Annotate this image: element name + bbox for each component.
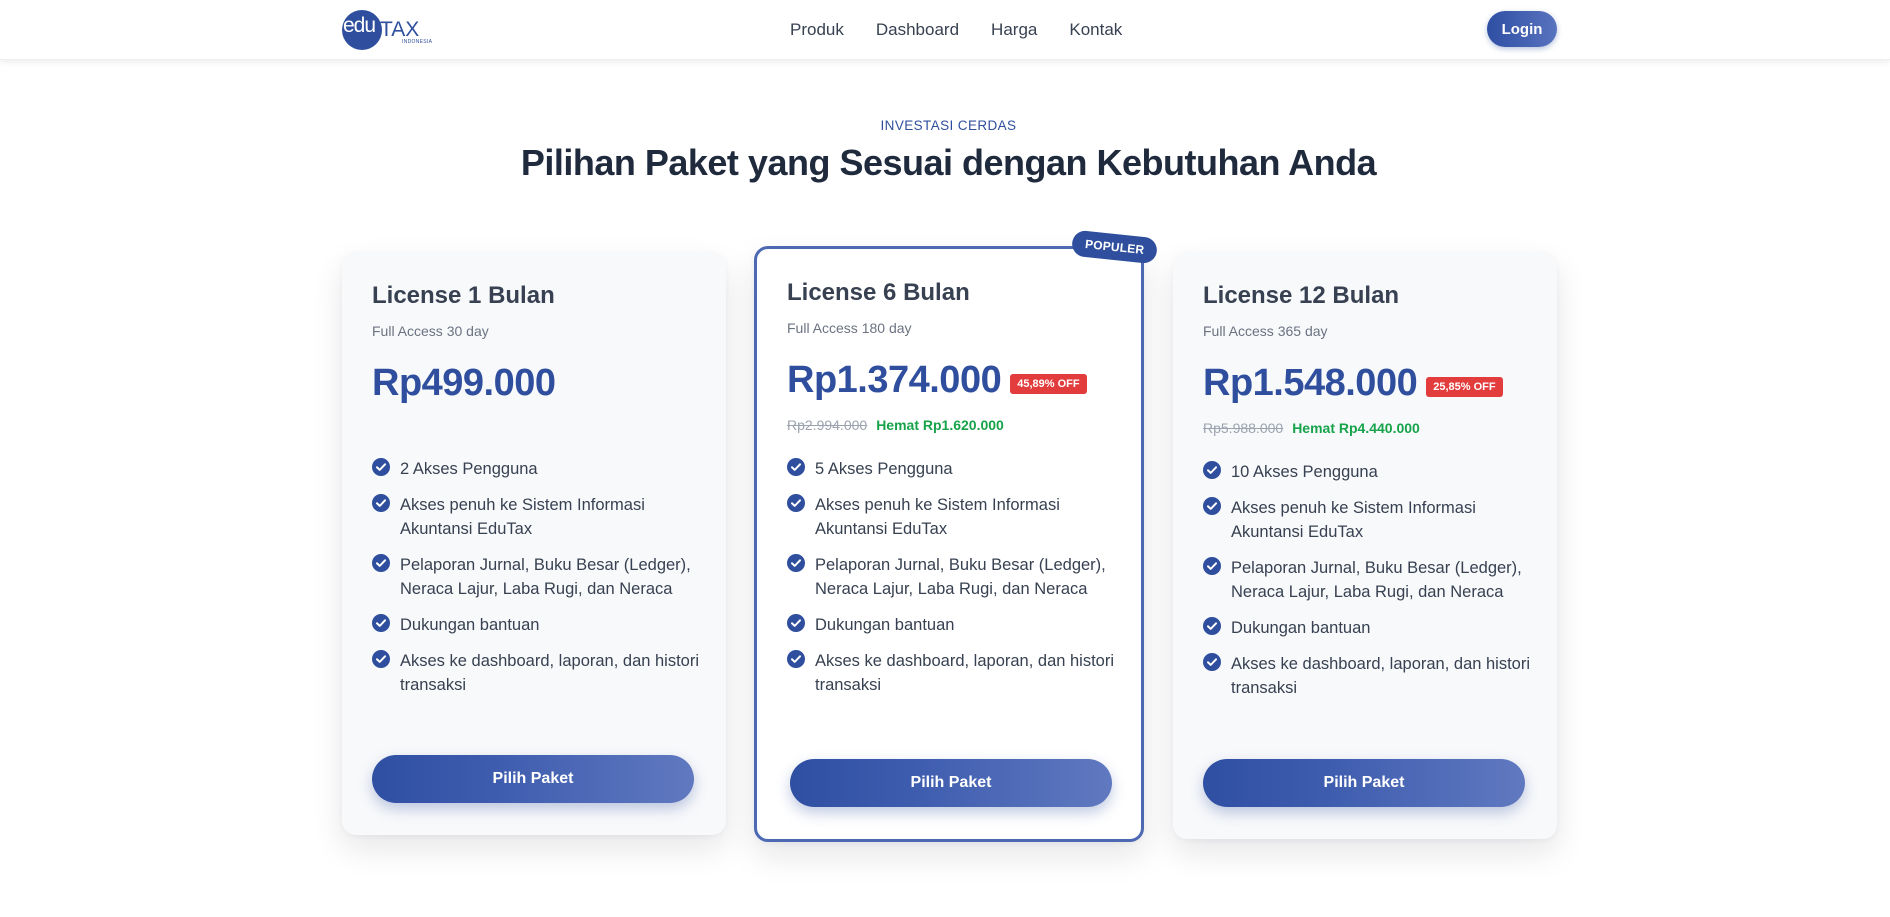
nav-link-harga[interactable]: Harga	[991, 20, 1037, 40]
pricing-card-1-bulan: License 1 Bulan Full Access 30 day Rp499…	[342, 252, 726, 835]
section-title: Pilihan Paket yang Sesuai dengan Kebutuh…	[520, 142, 1377, 183]
feature-text: Pelaporan Jurnal, Buku Besar (Ledger), N…	[400, 556, 691, 598]
check-circle-icon	[787, 554, 805, 572]
feature-item: Pelaporan Jurnal, Buku Besar (Ledger), N…	[787, 553, 1117, 601]
login-button[interactable]: Login	[1487, 11, 1557, 47]
feature-list: 5 Akses Pengguna Akses penuh ke Sistem I…	[787, 457, 1117, 709]
plan-price: Rp1.374.000	[787, 359, 1002, 401]
feature-list: 10 Akses Pengguna Akses penuh ke Sistem …	[1203, 460, 1533, 712]
feature-item: Akses ke dashboard, laporan, dan histori…	[372, 649, 702, 697]
choose-plan-button[interactable]: Pilih Paket	[1203, 759, 1525, 807]
discount-badge: 45,89% OFF	[1010, 373, 1087, 394]
nav-link-kontak[interactable]: Kontak	[1069, 20, 1122, 40]
feature-item: 10 Akses Pengguna	[1203, 460, 1533, 484]
edutax-logo[interactable]: edu TAX INDONESIA	[342, 8, 432, 50]
nav-link-dashboard[interactable]: Dashboard	[876, 20, 959, 40]
savings-text: Hemat Rp4.440.000	[1292, 420, 1420, 436]
check-circle-icon	[787, 650, 805, 668]
choose-plan-button[interactable]: Pilih Paket	[790, 759, 1112, 807]
pricing-card-6-bulan: POPULER License 6 Bulan Full Access 180 …	[754, 229, 1159, 842]
feature-item: Akses penuh ke Sistem Informasi Akuntans…	[1203, 496, 1533, 544]
feature-item: Akses penuh ke Sistem Informasi Akuntans…	[787, 493, 1117, 541]
plan-price: Rp499.000	[372, 362, 556, 404]
plan-subtitle: Full Access 180 day	[787, 320, 912, 336]
discount-badge: 25,85% OFF	[1426, 376, 1503, 397]
price-row: Rp499.000	[372, 362, 556, 405]
feature-text: Pelaporan Jurnal, Buku Besar (Ledger), N…	[815, 556, 1106, 598]
feature-list: 2 Akses Pengguna Akses penuh ke Sistem I…	[372, 457, 702, 709]
section-eyebrow: INVESTASI CERDAS	[880, 118, 1017, 133]
plan-name: License 1 Bulan	[372, 282, 555, 309]
nav-links: Produk Dashboard Harga Kontak	[790, 0, 1122, 60]
plan-subtitle: Full Access 365 day	[1203, 323, 1328, 339]
check-circle-icon	[787, 458, 805, 476]
savings-text: Hemat Rp1.620.000	[876, 417, 1004, 433]
check-circle-icon	[1203, 497, 1221, 515]
check-circle-icon	[372, 614, 390, 632]
logo-sub-text: INDONESIA	[402, 39, 433, 45]
price-row: Rp1.548.000 25,85% OFF	[1203, 362, 1503, 405]
feature-item: Pelaporan Jurnal, Buku Besar (Ledger), N…	[372, 553, 702, 601]
feature-text: 10 Akses Pengguna	[1231, 463, 1378, 481]
logo-edu-text: edu	[343, 14, 376, 37]
feature-text: Akses penuh ke Sistem Informasi Akuntans…	[815, 496, 1060, 538]
feature-item: Akses ke dashboard, laporan, dan histori…	[787, 649, 1117, 697]
plan-price: Rp1.548.000	[1203, 362, 1418, 404]
plan-name: License 6 Bulan	[787, 279, 970, 306]
feature-item: Akses penuh ke Sistem Informasi Akuntans…	[372, 493, 702, 541]
savings-row: Rp5.988.000 Hemat Rp4.440.000	[1203, 420, 1420, 436]
check-circle-icon	[1203, 617, 1221, 635]
choose-plan-button[interactable]: Pilih Paket	[372, 755, 694, 803]
navbar: edu TAX INDONESIA Produk Dashboard Harga…	[0, 0, 1890, 60]
popular-badge: POPULER	[1070, 229, 1159, 265]
feature-text: 2 Akses Pengguna	[400, 460, 538, 478]
check-circle-icon	[787, 614, 805, 632]
feature-item: Dukungan bantuan	[787, 613, 1117, 637]
feature-text: Akses ke dashboard, laporan, dan histori…	[1231, 655, 1531, 697]
check-circle-icon	[372, 494, 390, 512]
feature-item: 5 Akses Pengguna	[787, 457, 1117, 481]
feature-item: Dukungan bantuan	[1203, 616, 1533, 640]
feature-text: Dukungan bantuan	[1231, 619, 1371, 637]
old-price: Rp2.994.000	[787, 417, 868, 433]
plan-name: License 12 Bulan	[1203, 282, 1400, 309]
check-circle-icon	[372, 650, 390, 668]
nav-link-produk[interactable]: Produk	[790, 20, 844, 40]
check-circle-icon	[372, 554, 390, 572]
check-circle-icon	[1203, 653, 1221, 671]
feature-text: Pelaporan Jurnal, Buku Besar (Ledger), N…	[1231, 559, 1522, 601]
plan-subtitle: Full Access 30 day	[372, 323, 489, 339]
pricing-card-12-bulan: License 12 Bulan Full Access 365 day Rp1…	[1173, 252, 1557, 839]
feature-text: Dukungan bantuan	[815, 616, 955, 634]
savings-row: Rp2.994.000 Hemat Rp1.620.000	[787, 417, 1004, 433]
feature-text: Akses ke dashboard, laporan, dan histori…	[400, 652, 700, 694]
check-circle-icon	[372, 458, 390, 476]
feature-item: Akses ke dashboard, laporan, dan histori…	[1203, 652, 1533, 700]
check-circle-icon	[787, 494, 805, 512]
feature-item: Pelaporan Jurnal, Buku Besar (Ledger), N…	[1203, 556, 1533, 604]
price-row: Rp1.374.000 45,89% OFF	[787, 359, 1087, 402]
check-circle-icon	[1203, 557, 1221, 575]
feature-item: 2 Akses Pengguna	[372, 457, 702, 481]
feature-text: 5 Akses Pengguna	[815, 460, 953, 478]
feature-item: Dukungan bantuan	[372, 613, 702, 637]
feature-text: Akses ke dashboard, laporan, dan histori…	[815, 652, 1115, 694]
old-price: Rp5.988.000	[1203, 420, 1284, 436]
check-circle-icon	[1203, 461, 1221, 479]
feature-text: Akses penuh ke Sistem Informasi Akuntans…	[400, 496, 645, 538]
feature-text: Akses penuh ke Sistem Informasi Akuntans…	[1231, 499, 1476, 541]
feature-text: Dukungan bantuan	[400, 616, 540, 634]
